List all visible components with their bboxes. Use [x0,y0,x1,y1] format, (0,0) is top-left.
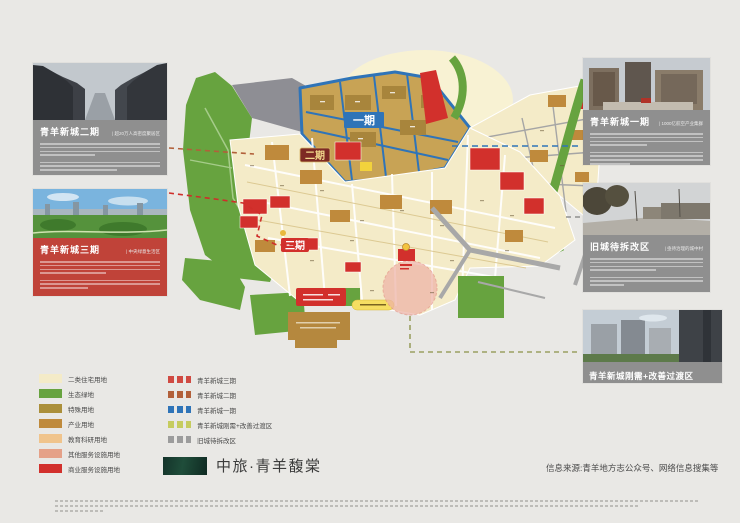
card-oldtown-tag: | 亟待治理的城中村 [665,246,703,252]
card-phase2: 青羊新城二期 | 超20万人高密度聚居区 [33,63,167,175]
brand-logo-text: 中旅·青羊馥棠 [216,455,322,476]
brand-logo-image [163,457,207,475]
legend-landuse: 二类住宅用地 生态绿地 特殊用地 产业用地 教育科研用地 其他服务设施用地 商业… [39,374,120,473]
map-red-banner [296,288,346,306]
legend-row: 青羊新城二期 [168,390,272,399]
fine-print-line [55,500,700,502]
legend-row: 二类住宅用地 [39,374,120,383]
legend-districts: 青羊新城三期 青羊新城二期 青羊新城一期 青羊新城刚需+改善过渡区 旧城待拆改区 [168,375,272,444]
map-yellow-parcel [360,162,372,171]
fine-print-line [55,505,640,507]
legend-swatch-phase2-line [168,391,191,398]
card-phase3-paragraph [40,261,160,289]
legend-row: 生态绿地 [39,389,120,398]
card-oldtown: 旧城待拆改区 | 亟待治理的城中村 [583,183,710,292]
legend-row: 商业服务设施用地 [39,464,120,473]
photo-oldtown-village-street [583,183,710,235]
svg-text:二期: 二期 [305,149,325,162]
map-rail-depot [288,312,350,348]
fine-print-line [55,510,103,512]
card-phase2-title: 青羊新城二期 [40,125,100,138]
legend-swatch-residential [39,374,62,383]
card-phase1: 青羊新城一期 | 1000亿航空产业集群 [583,58,710,165]
card-transition: 青羊新城刚需+改善过渡区 [583,310,722,383]
legend-row: 青羊新城刚需+改善过渡区 [168,420,272,429]
photo-transition-residential-towers [583,310,722,362]
card-phase2-tag: | 超20万人高密度聚居区 [112,131,160,137]
legend-row: 其他服务设施用地 [39,449,120,458]
legend-swatch-industry [39,419,62,428]
legend-row: 青羊新城一期 [168,405,272,414]
photo-phase1-office-towers [583,58,710,110]
legend-row: 教育科研用地 [39,434,120,443]
card-phase1-tag: | 1000亿航空产业集群 [659,121,703,127]
photo-phase3-central-park [33,189,167,238]
legend-swatch-commercial [39,464,62,473]
card-phase1-paragraph [590,133,703,165]
legend-swatch-other-service [39,449,62,458]
map-label-phase1: 一期 [344,112,384,128]
infographic-page: 一期 二期 三期 青 [0,0,740,523]
legend-row: 特殊用地 [39,404,120,413]
svg-text:一期: 一期 [353,113,375,127]
legend-row: 旧城待拆改区 [168,435,272,444]
card-oldtown-title: 旧城待拆改区 [590,240,650,253]
card-phase3-title: 青羊新城三期 [40,243,100,256]
legend-swatch-transition-line [168,421,191,428]
brand-logo: 中旅·青羊馥棠 [163,455,322,476]
photo-phase2-street-canyon [33,63,167,120]
connector-transition [410,316,579,352]
legend-swatch-eco-green [39,389,62,398]
card-phase2-paragraph [40,143,160,171]
legend-swatch-education [39,434,62,443]
card-phase3: 青羊新城三期 | 中央绿意生活区 [33,189,167,296]
map-label-phase2: 二期 [300,148,330,162]
legend-swatch-phase3-line [168,376,191,383]
card-oldtown-paragraph [590,258,703,286]
legend-row: 产业用地 [39,419,120,428]
card-phase1-title: 青羊新城一期 [590,115,650,128]
card-phase3-tag: | 中央绿意生活区 [126,249,160,255]
card-transition-title: 青羊新城刚需+改善过渡区 [589,371,693,381]
legend-row: 青羊新城三期 [168,375,272,384]
svg-text:三期: 三期 [285,239,305,252]
legend-swatch-phase1-line [168,406,191,413]
legend-swatch-oldtown-line [168,436,191,443]
legend-swatch-special [39,404,62,413]
info-source-text: 信息来源:青羊地方志公众号、网络信息搜集等 [546,462,718,474]
